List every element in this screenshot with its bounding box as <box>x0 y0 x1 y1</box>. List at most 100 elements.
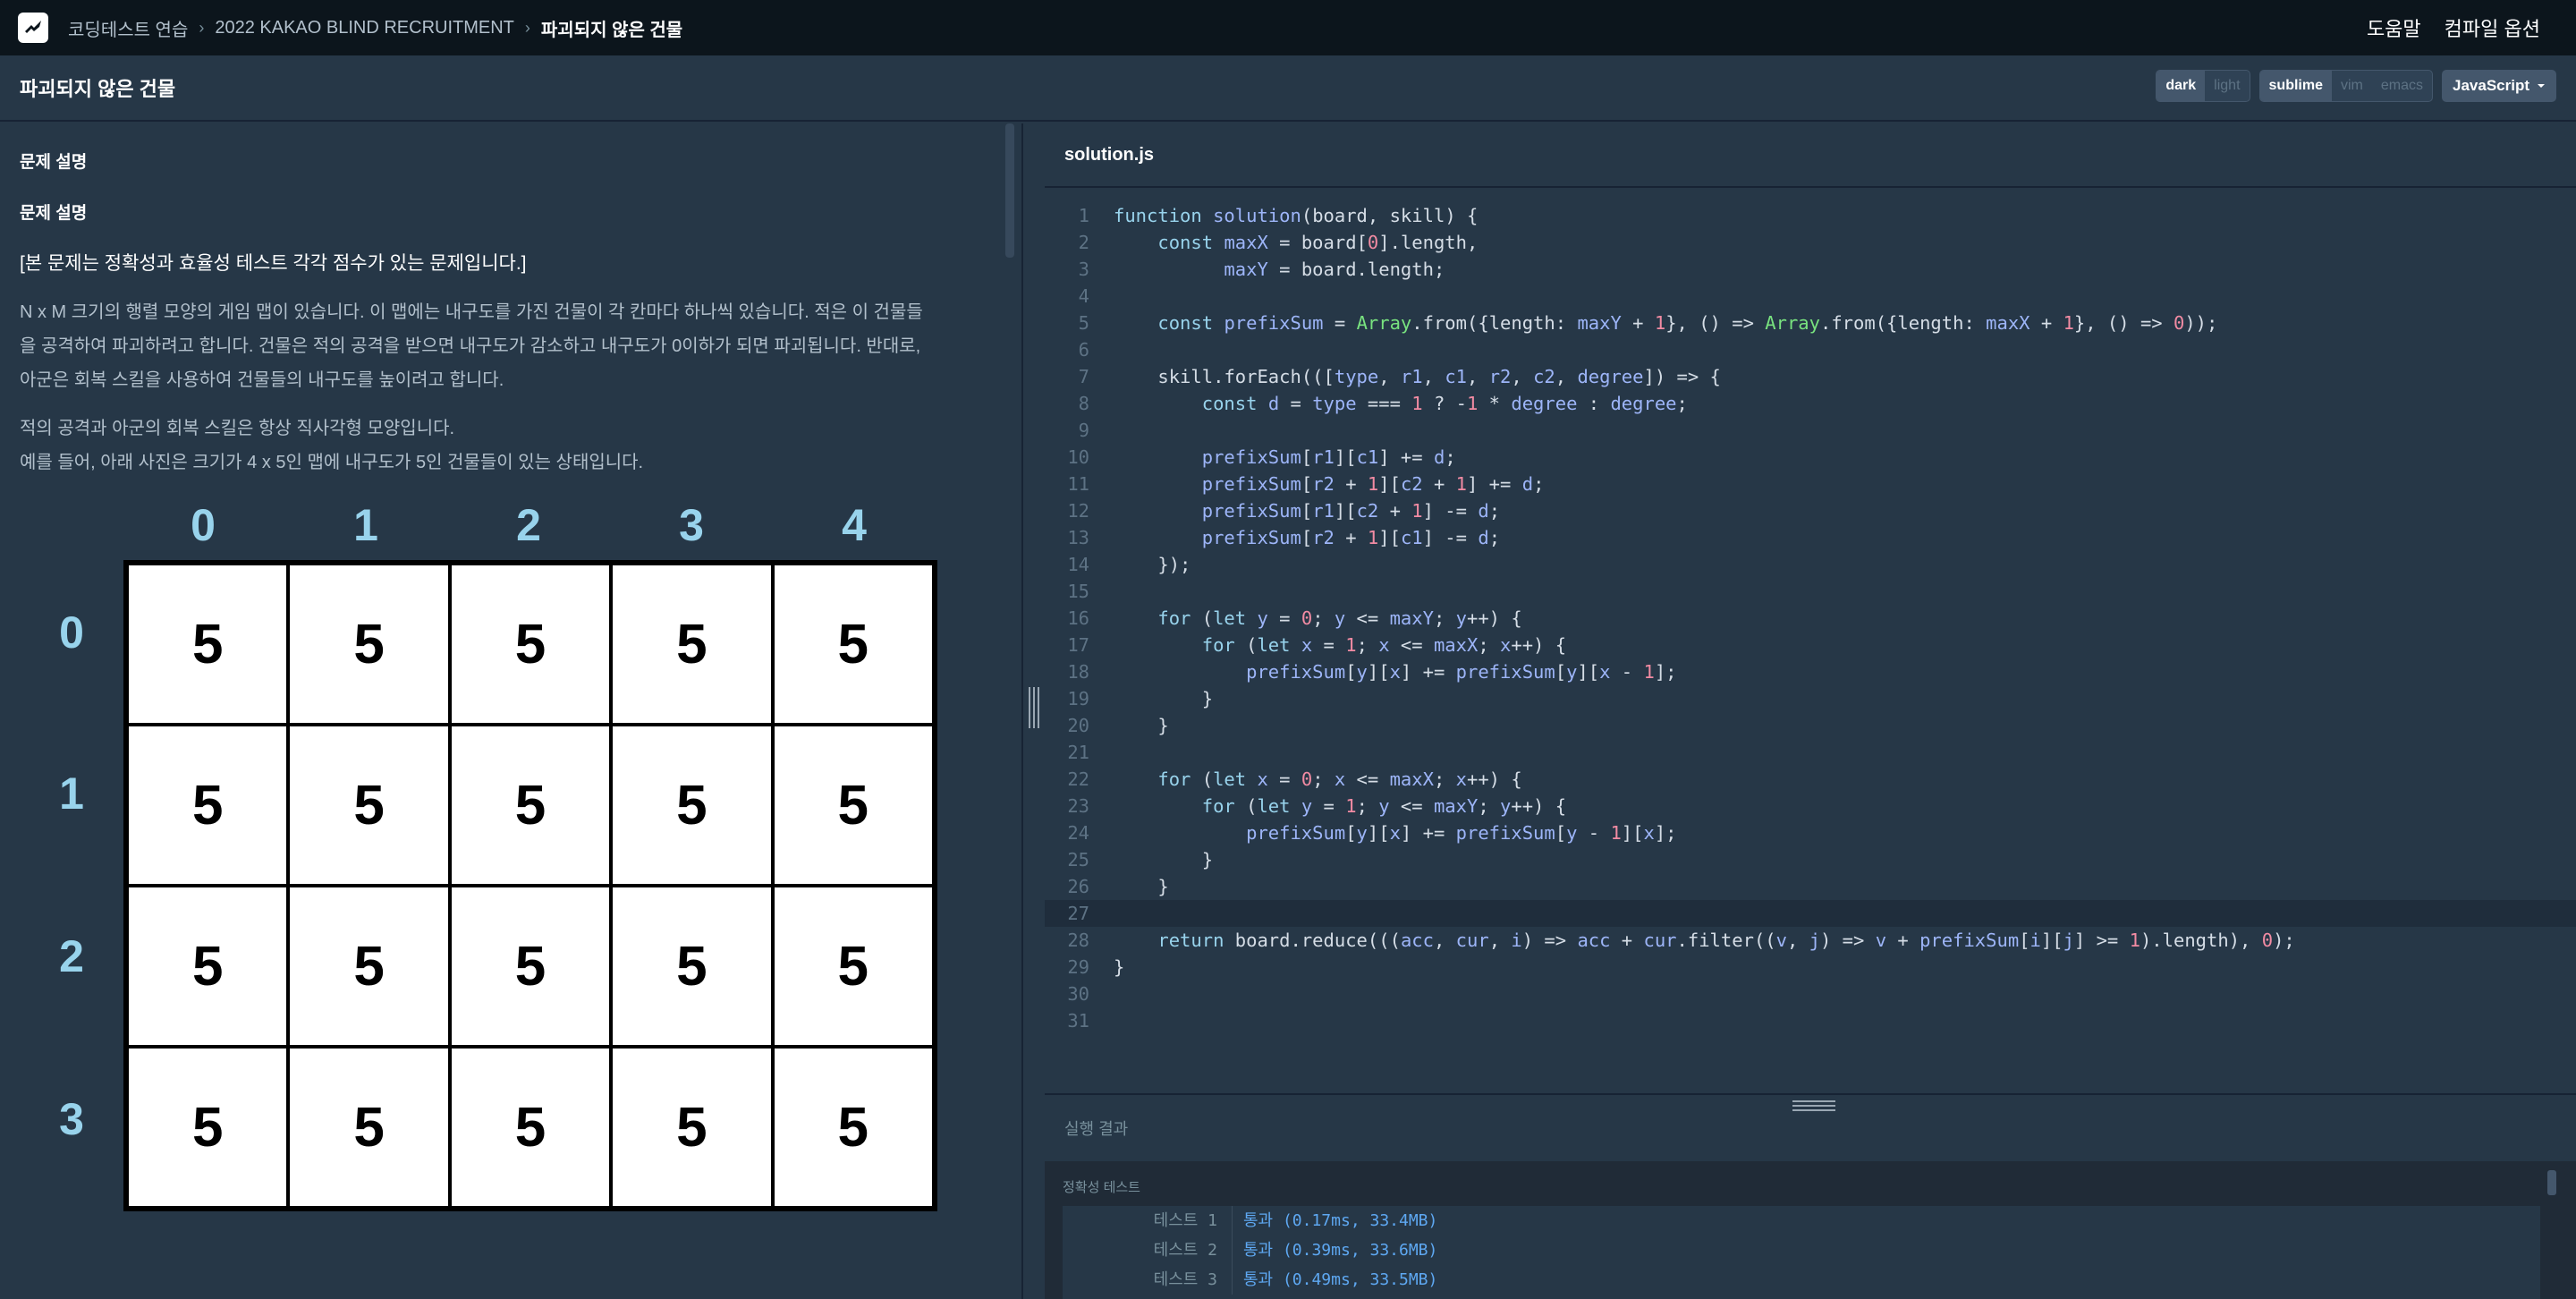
keymap-vim-button[interactable]: vim <box>2332 71 2372 101</box>
code-line[interactable]: 13 prefixSum[r2 + 1][c1] -= d; <box>1045 524 2576 551</box>
editor-header: solution.js <box>1045 123 2576 188</box>
code-text[interactable]: prefixSum[r2 + 1][c1] -= d; <box>1114 524 1500 551</box>
code-text[interactable]: const d = type === 1 ? -1 * degree : deg… <box>1114 390 1688 417</box>
file-tab[interactable]: solution.js <box>1064 145 1154 166</box>
code-line[interactable]: 27 <box>1045 900 2576 927</box>
code-text[interactable]: for (let x = 0; x <= maxX; x++) { <box>1114 766 1521 793</box>
breadcrumb-item-kakao[interactable]: 2022 KAKAO BLIND RECRUITMENT <box>215 18 514 38</box>
panel-splitter[interactable] <box>1021 123 1045 1299</box>
scoring-notice: [본 문제는 정확성과 효율성 테스트 각각 점수가 있는 문제입니다.] <box>20 253 527 274</box>
code-text[interactable]: maxY = board.length; <box>1114 256 1445 283</box>
code-text[interactable]: for (let x = 1; x <= maxX; x++) { <box>1114 632 1566 658</box>
line-number: 20 <box>1067 715 1089 736</box>
code-line[interactable]: 28 return board.reduce(((acc, cur, i) =>… <box>1045 927 2576 954</box>
code-text[interactable]: prefixSum[y][x] += prefixSum[y][x - 1]; <box>1114 658 1676 685</box>
row-label: 3 <box>59 1094 84 1144</box>
caret-down-icon <box>2538 84 2545 88</box>
code-line[interactable]: 15 <box>1045 578 2576 605</box>
drag-handle-icon[interactable] <box>1029 687 1039 728</box>
code-text[interactable]: const maxX = board[0].length, <box>1114 229 1478 256</box>
line-number: 22 <box>1067 768 1089 790</box>
drag-handle-icon[interactable] <box>1792 1100 1835 1111</box>
code-line[interactable]: 31 <box>1045 1007 2576 1034</box>
top-nav: 코딩테스트 연습 › 2022 KAKAO BLIND RECRUITMENT … <box>0 0 2576 55</box>
result-test-name: 테스트 1 <box>1063 1206 1233 1235</box>
description-scrollbar[interactable] <box>1005 123 1014 258</box>
code-line[interactable]: 19 } <box>1045 685 2576 712</box>
code-text[interactable]: prefixSum[r1][c2 + 1] -= d; <box>1114 497 1500 524</box>
code-text[interactable]: } <box>1114 685 1213 712</box>
theme-dark-button[interactable]: dark <box>2157 71 2206 101</box>
code-text[interactable]: for (let y = 0; y <= maxY; y++) { <box>1114 605 1521 632</box>
code-line[interactable]: 5 const prefixSum = Array.from({length: … <box>1045 310 2576 336</box>
code-line[interactable]: 30 <box>1045 981 2576 1007</box>
code-line[interactable]: 4 <box>1045 283 2576 310</box>
code-text[interactable]: prefixSum[r1][c1] += d; <box>1114 444 1456 471</box>
code-editor[interactable]: 1 function solution(board, skill) {2 cons… <box>1045 190 2576 1093</box>
line-number: 6 <box>1078 339 1089 361</box>
results-tab[interactable]: 정확성 테스트 <box>1063 1177 1140 1196</box>
code-line[interactable]: 8 const d = type === 1 ? -1 * degree : d… <box>1045 390 2576 417</box>
results-splitter[interactable] <box>1045 1093 2576 1116</box>
keymap-sublime-button[interactable]: sublime <box>2259 71 2332 101</box>
help-link[interactable]: 도움말 <box>2367 13 2421 42</box>
results-scrollbar[interactable] <box>2547 1170 2556 1195</box>
compile-options-link[interactable]: 컴파일 옵션 <box>2445 13 2540 42</box>
code-line[interactable]: 20 } <box>1045 712 2576 739</box>
code-line[interactable]: 11 prefixSum[r2 + 1][c2 + 1] += d; <box>1045 471 2576 497</box>
programmers-logo-icon[interactable] <box>18 13 48 43</box>
language-select[interactable]: JavaScript <box>2442 70 2556 102</box>
code-line[interactable]: 7 skill.forEach(([type, r1, c1, r2, c2, … <box>1045 363 2576 390</box>
code-text[interactable]: return board.reduce(((acc, cur, i) => ac… <box>1114 927 2294 954</box>
code-line[interactable]: 10 prefixSum[r1][c1] += d; <box>1045 444 2576 471</box>
result-row: 테스트 2 통과 (0.39ms, 33.6MB) <box>1063 1235 2540 1265</box>
code-line[interactable]: 24 prefixSum[y][x] += prefixSum[y - 1][x… <box>1045 819 2576 846</box>
result-test-name: 테스트 3 <box>1063 1265 1233 1295</box>
keymap-emacs-button[interactable]: emacs <box>2372 71 2432 101</box>
code-text[interactable]: function solution(board, skill) { <box>1114 202 1478 229</box>
code-line[interactable]: 26 } <box>1045 873 2576 900</box>
breadcrumb-item-coding-test[interactable]: 코딩테스트 연습 <box>68 15 188 41</box>
code-line[interactable]: 16 for (let y = 0; y <= maxY; y++) { <box>1045 605 2576 632</box>
code-text[interactable]: }); <box>1114 551 1191 578</box>
code-text[interactable]: } <box>1114 873 1168 900</box>
code-line[interactable]: 2 const maxX = board[0].length, <box>1045 229 2576 256</box>
result-test-name: 테스트 2 <box>1063 1235 1233 1265</box>
line-number: 9 <box>1078 420 1089 441</box>
line-number: 4 <box>1078 285 1089 307</box>
code-line[interactable]: 25 } <box>1045 846 2576 873</box>
code-text[interactable]: } <box>1114 846 1213 873</box>
code-text[interactable]: } <box>1114 954 1124 981</box>
theme-light-button[interactable]: light <box>2205 71 2249 101</box>
description-subheading: 문제 설명 <box>20 204 88 223</box>
code-line[interactable]: 1 function solution(board, skill) { <box>1045 202 2576 229</box>
code-text[interactable]: for (let y = 1; y <= maxY; y++) { <box>1114 793 1566 819</box>
line-number: 25 <box>1067 849 1089 870</box>
description-line: 을 공격하여 파괴하려고 합니다. 건물은 적의 공격을 받으면 내구도가 감소… <box>20 336 921 356</box>
code-line[interactable]: 3 maxY = board.length; <box>1045 256 2576 283</box>
code-line[interactable]: 18 prefixSum[y][x] += prefixSum[y][x - 1… <box>1045 658 2576 685</box>
description-line: 적의 공격과 아군의 회복 스킬은 항상 직사각형 모양입니다. <box>20 419 455 438</box>
line-number: 1 <box>1078 205 1089 226</box>
code-text[interactable]: const prefixSum = Array.from({length: ma… <box>1114 310 2217 336</box>
code-text[interactable]: } <box>1114 712 1168 739</box>
code-line[interactable]: 14 }); <box>1045 551 2576 578</box>
line-number: 15 <box>1067 581 1089 602</box>
board-cell: 5 <box>611 886 773 1047</box>
code-line[interactable]: 22 for (let x = 0; x <= maxX; x++) { <box>1045 766 2576 793</box>
theme-toggle: dark light <box>2156 70 2250 102</box>
code-line[interactable]: 23 for (let y = 1; y <= maxY; y++) { <box>1045 793 2576 819</box>
line-number: 19 <box>1067 688 1089 709</box>
code-line[interactable]: 6 <box>1045 336 2576 363</box>
code-line[interactable]: 21 <box>1045 739 2576 766</box>
code-line[interactable]: 12 prefixSum[r1][c2 + 1] -= d; <box>1045 497 2576 524</box>
code-line[interactable]: 9 <box>1045 417 2576 444</box>
code-line[interactable]: 17 for (let x = 1; x <= maxX; x++) { <box>1045 632 2576 658</box>
code-line[interactable]: 29} <box>1045 954 2576 981</box>
code-text[interactable]: prefixSum[r2 + 1][c2 + 1] += d; <box>1114 471 1545 497</box>
code-text[interactable]: skill.forEach(([type, r1, c1, r2, c2, de… <box>1114 363 1721 390</box>
line-number: 14 <box>1067 554 1089 575</box>
result-status: 통과 (0.39ms, 33.6MB) <box>1243 1241 1438 1260</box>
code-text[interactable]: prefixSum[y][x] += prefixSum[y - 1][x]; <box>1114 819 1676 846</box>
line-number: 8 <box>1078 393 1089 414</box>
